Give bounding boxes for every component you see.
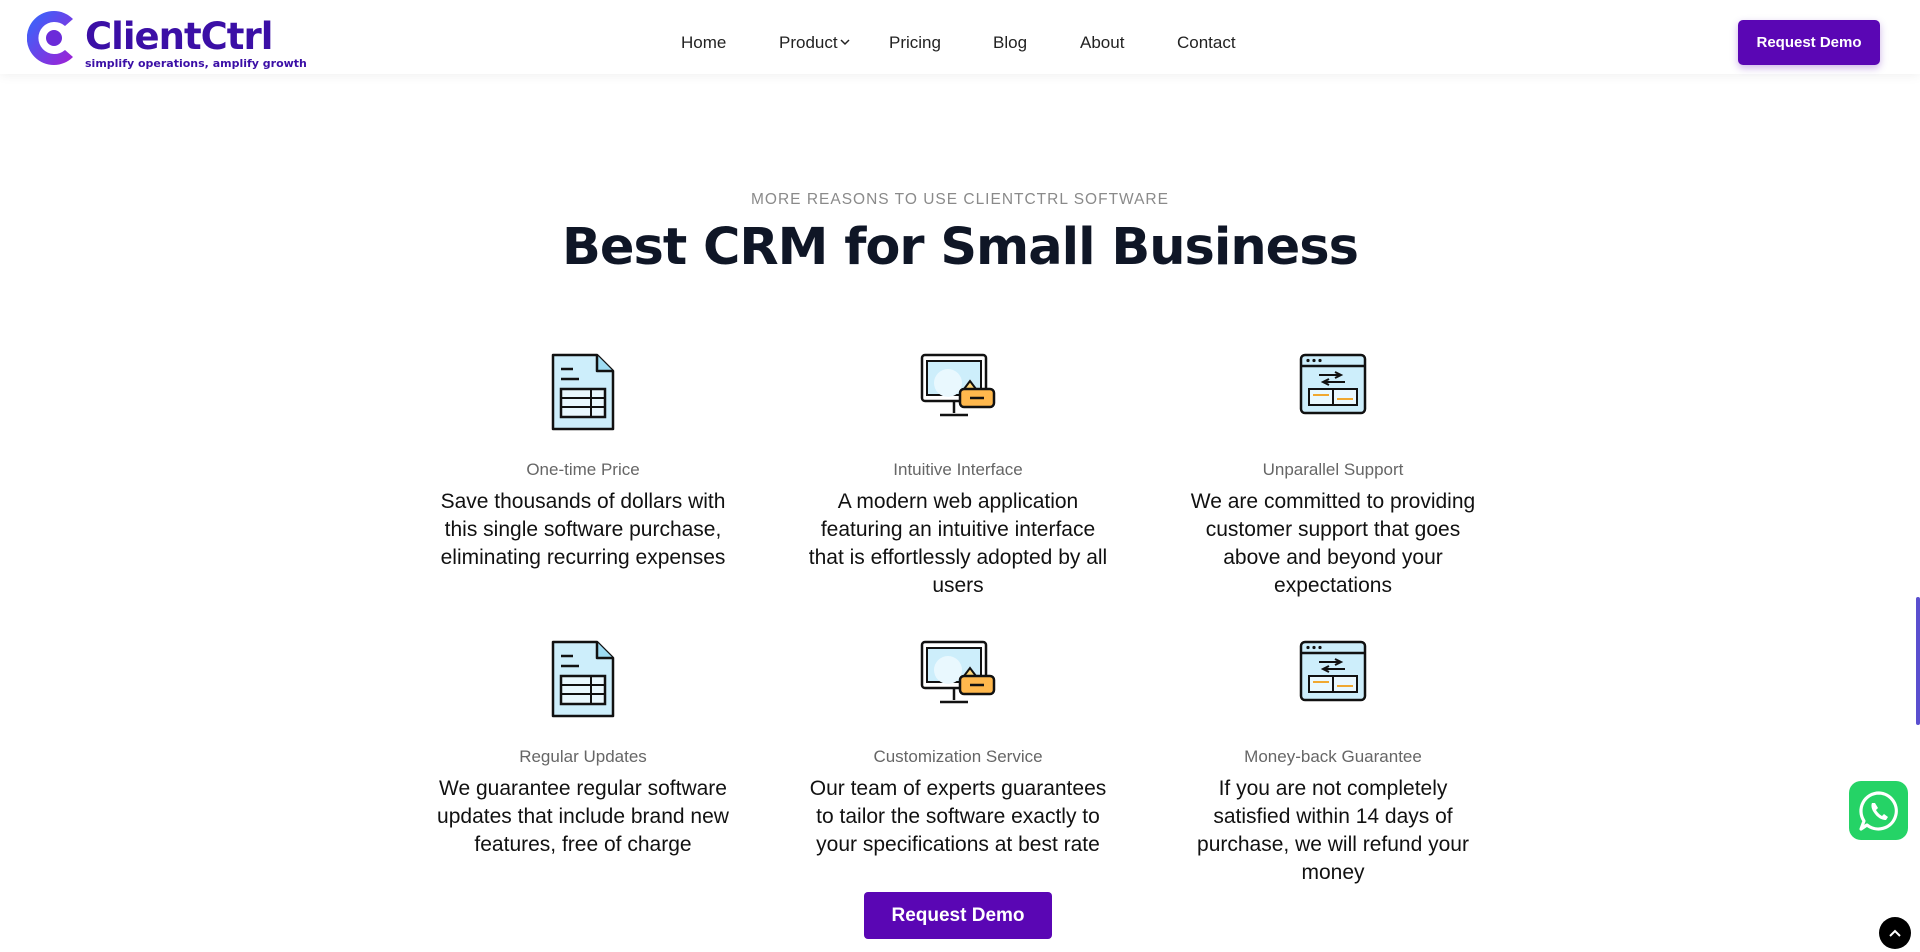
nav-pricing[interactable]: Pricing bbox=[889, 33, 941, 53]
document-icon bbox=[551, 353, 615, 431]
monitor-icon bbox=[920, 640, 996, 704]
whatsapp-button[interactable] bbox=[1849, 781, 1908, 840]
chevron-down-icon bbox=[840, 39, 850, 46]
logo-mark-icon bbox=[27, 11, 73, 65]
feature-card: One-time Price Save thousands of dollars… bbox=[433, 353, 733, 569]
feature-card: Money-back Guarantee If you are not comp… bbox=[1183, 640, 1483, 890]
feature-label: Intuitive Interface bbox=[893, 460, 1023, 479]
section-title: Best CRM for Small Business bbox=[562, 218, 1359, 277]
nav-home[interactable]: Home bbox=[681, 33, 726, 53]
document-icon bbox=[551, 640, 615, 718]
section-eyebrow: MORE REASONS TO USE CLIENTCTRL SOFTWARE bbox=[751, 191, 1169, 208]
feature-description: If you are not completely satisfied with… bbox=[1197, 777, 1469, 884]
browser-window-icon bbox=[1299, 353, 1367, 415]
back-to-top-button[interactable] bbox=[1879, 917, 1911, 949]
feature-card: Customization Service Our team of expert… bbox=[808, 640, 1108, 890]
feature-card: Regular Updates We guarantee regular sof… bbox=[433, 640, 733, 890]
feature-description: We guarantee regular software updates th… bbox=[437, 777, 729, 856]
feature-card: Intuitive Interface A modern web applica… bbox=[808, 353, 1108, 603]
whatsapp-icon bbox=[1858, 790, 1898, 831]
nav-contact[interactable]: Contact bbox=[1177, 33, 1236, 53]
nav-product[interactable]: Product bbox=[779, 33, 850, 53]
site-header: ClientCtrl simplify operations, amplify … bbox=[0, 0, 1920, 74]
request-demo-header-button[interactable]: Request Demo bbox=[1738, 20, 1880, 65]
browser-window-icon bbox=[1299, 640, 1367, 702]
nav-product-label: Product bbox=[779, 33, 838, 52]
request-demo-button[interactable]: Request Demo bbox=[864, 892, 1052, 939]
feature-label: Regular Updates bbox=[519, 747, 647, 766]
scrollbar-thumb[interactable] bbox=[1916, 597, 1920, 725]
feature-description: Our team of experts guarantees to tailor… bbox=[809, 777, 1107, 856]
brand-name: ClientCtrl bbox=[85, 15, 273, 58]
brand-tagline: simplify operations, amplify growth bbox=[85, 57, 307, 70]
feature-label: Unparallel Support bbox=[1262, 460, 1404, 479]
chevron-up-icon bbox=[1889, 929, 1901, 937]
feature-card: Unparallel Support We are committed to p… bbox=[1183, 353, 1483, 603]
feature-label: Customization Service bbox=[873, 747, 1043, 766]
nav-blog[interactable]: Blog bbox=[993, 33, 1027, 53]
nav-about[interactable]: About bbox=[1080, 33, 1124, 53]
monitor-icon bbox=[920, 353, 996, 417]
logo[interactable]: ClientCtrl simplify operations, amplify … bbox=[27, 7, 307, 71]
feature-description: A modern web application featuring an in… bbox=[808, 490, 1108, 597]
feature-label: Money-back Guarantee bbox=[1244, 747, 1422, 766]
feature-description: We are committed to providing customer s… bbox=[1190, 490, 1476, 597]
feature-label: One-time Price bbox=[526, 460, 640, 479]
feature-description: Save thousands of dollars with this sing… bbox=[440, 490, 726, 569]
